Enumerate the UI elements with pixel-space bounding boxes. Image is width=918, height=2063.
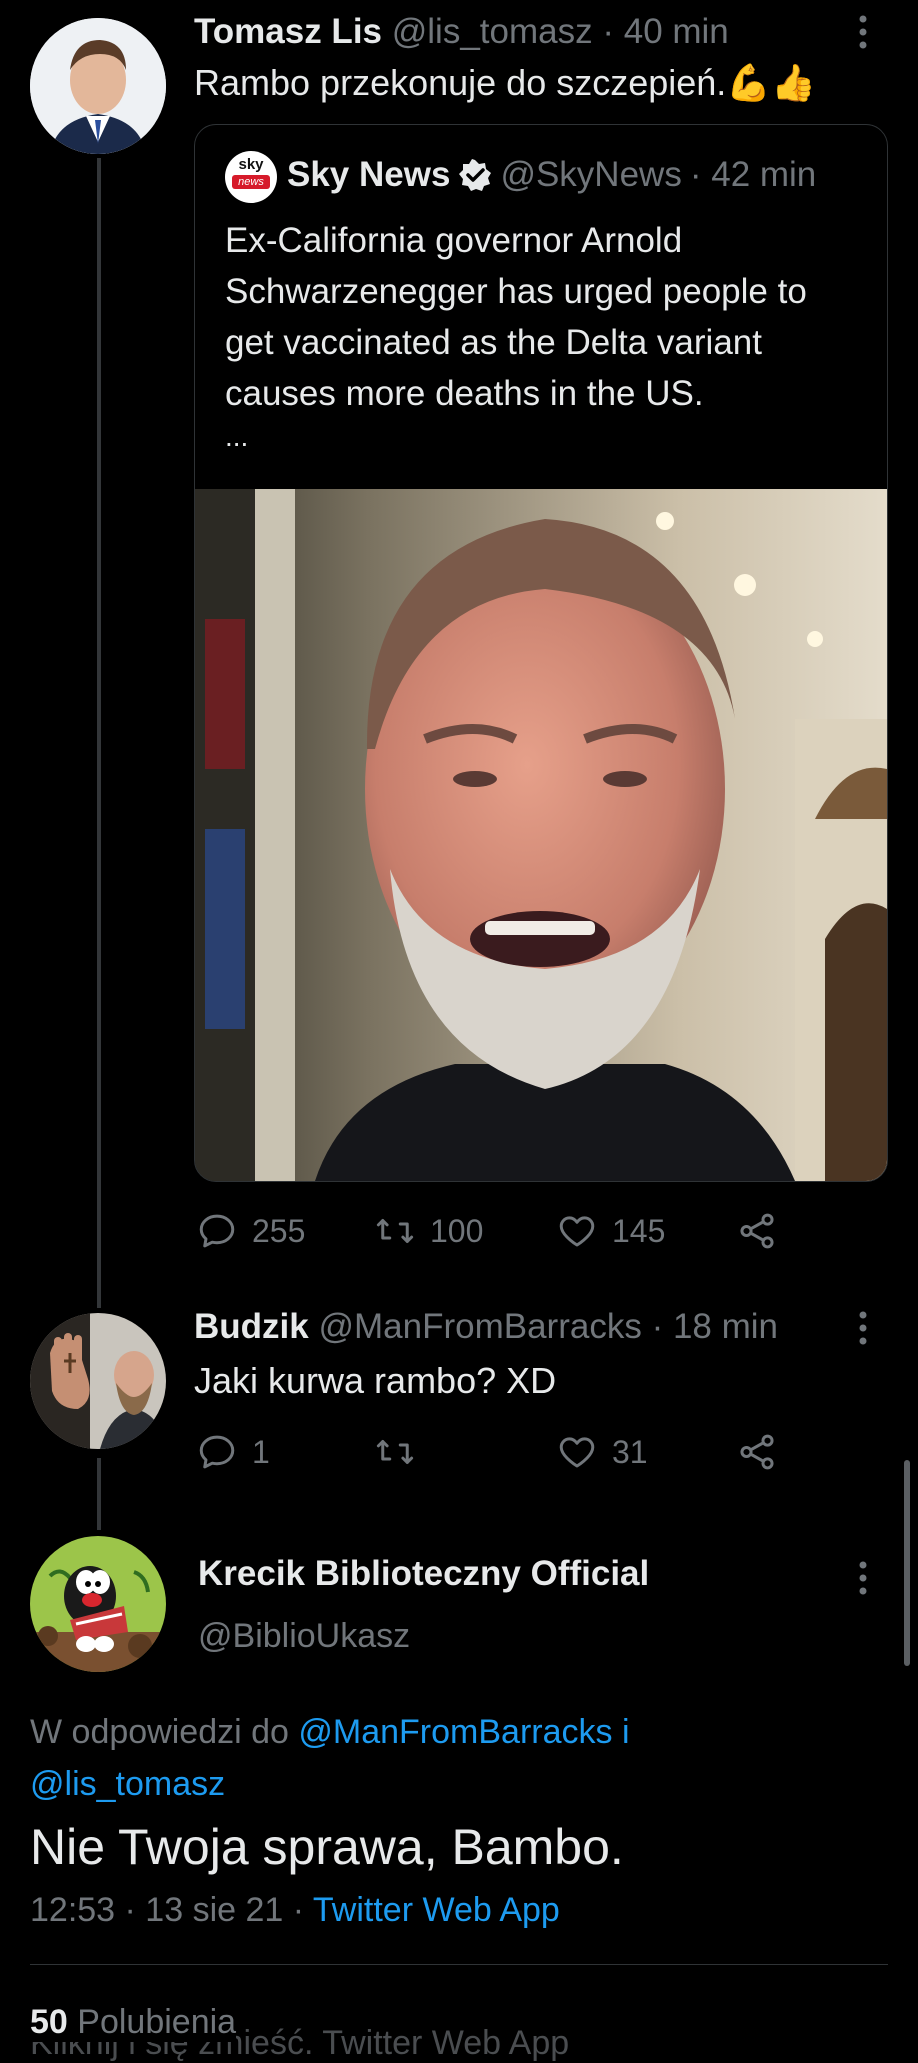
share-icon: [740, 1213, 774, 1249]
tweet1-text: Rambo przekonuje do szczepień.💪👍: [194, 62, 816, 104]
quote-ellipsis: ...: [225, 421, 249, 452]
tweet2-reply-count: 1: [252, 1433, 270, 1470]
avatar-tomasz-lis[interactable]: [30, 18, 166, 154]
tweet1-reply-count: 255: [252, 1212, 306, 1249]
share-icon: [740, 1434, 774, 1470]
tweet2-handle[interactable]: @ManFromBarracks: [318, 1307, 641, 1346]
quote-text: Ex-California governor Arnold Schwarzene…: [225, 221, 807, 413]
avatar-image: [30, 1313, 166, 1449]
tweet-meta: 12:53 · 13 sie 21 · Twitter Web App: [30, 1891, 560, 1930]
heart-icon: [559, 1437, 595, 1468]
tweet1-text-body: Rambo przekonuje do szczepień.: [194, 62, 727, 103]
tweet1-like-button[interactable]: 145: [556, 1210, 665, 1252]
tweet2-header: Budzik @ManFromBarracks · 18 min: [194, 1307, 778, 1347]
retweet-icon: [376, 1219, 414, 1243]
reply-prefix: W odpowiedzi do: [30, 1713, 289, 1751]
sky-logo-bottom: news: [232, 175, 270, 189]
tweet2-retweet-button[interactable]: [374, 1431, 430, 1473]
avatar-budzik[interactable]: [30, 1313, 166, 1449]
tweet2-time[interactable]: · 18 min: [652, 1307, 778, 1346]
tweet2-like-button[interactable]: 31: [556, 1431, 648, 1473]
thread-line: [97, 158, 101, 1308]
tweet1-time[interactable]: · 40 min: [602, 12, 728, 51]
reply-to-link-2[interactable]: @lis_tomasz: [30, 1765, 225, 1803]
tweet1-reply-button[interactable]: 255: [196, 1210, 305, 1252]
scrollbar-thumb[interactable]: [904, 1460, 910, 1666]
tweet-source[interactable]: Twitter Web App: [313, 1891, 560, 1929]
sky-news-logo: sky news: [225, 151, 277, 203]
sky-logo-top: sky: [238, 156, 264, 173]
avatar-krecik[interactable]: [30, 1536, 166, 1672]
tweet2-reply-button[interactable]: 1: [196, 1431, 270, 1473]
likes-count: 50: [30, 2003, 68, 2041]
reply-conj: i: [621, 1713, 630, 1751]
reply-icon: [199, 1435, 235, 1469]
quote-handle: @SkyNews: [500, 155, 682, 194]
tweet2-text: Jaki kurwa rambo? XD: [194, 1360, 557, 1401]
main-tweet-text: Nie Twoja sprawa, Bambo.: [30, 1819, 624, 1875]
tweet1-emoji: 💪👍: [726, 62, 816, 103]
video-thumbnail-image: [195, 489, 887, 1181]
tweet1-handle[interactable]: @lis_tomasz: [392, 12, 593, 51]
thread-line: [97, 1458, 101, 1530]
reply-to-link-1[interactable]: @ManFromBarracks: [298, 1713, 612, 1751]
tweet2-display-name[interactable]: Budzik: [194, 1307, 309, 1346]
quoted-tweet[interactable]: sky news Sky News @SkyNews · 42 min Ex-C…: [194, 124, 888, 1182]
tweet-timestamp[interactable]: 12:53 · 13 sie 21 ·: [30, 1891, 304, 1929]
quote-display-name: Sky News: [287, 155, 451, 194]
quote-time: · 42 min: [689, 155, 817, 194]
tweet2-like-count: 31: [612, 1433, 648, 1470]
divider: [30, 1964, 888, 1965]
reply-icon: [199, 1214, 235, 1248]
tweet1-retweet-button[interactable]: 100: [374, 1210, 483, 1252]
tweet1-like-count: 145: [612, 1212, 666, 1249]
tweet1-more-icon[interactable]: [856, 14, 870, 56]
quote-media-video[interactable]: [195, 489, 887, 1181]
avatar-image: [30, 1536, 166, 1672]
avatar-image: [30, 18, 166, 154]
retweet-icon: [376, 1440, 414, 1464]
reply-context: W odpowiedzi do @ManFromBarracks i @lis_…: [30, 1706, 880, 1810]
tweet2-more-icon[interactable]: [856, 1310, 870, 1352]
tweet2-share-button[interactable]: [736, 1431, 778, 1473]
tweet1-header: Tomasz Lis @lis_tomasz · 40 min: [194, 12, 729, 52]
likes-summary[interactable]: 50 Polubienia: [30, 2003, 237, 2042]
quote-header: Sky News @SkyNews · 42 min: [287, 155, 816, 195]
likes-label: Polubienia: [77, 2003, 237, 2041]
main-handle[interactable]: @BiblioUkasz: [198, 1617, 410, 1656]
heart-icon: [559, 1216, 595, 1247]
main-more-icon[interactable]: [856, 1560, 870, 1602]
tweet1-share-button[interactable]: [736, 1210, 778, 1252]
tweet1-retweet-count: 100: [430, 1212, 484, 1249]
verified-badge-icon: [459, 159, 492, 191]
tweet1-display-name[interactable]: Tomasz Lis: [194, 12, 382, 51]
main-display-name[interactable]: Krecik Biblioteczny Official: [198, 1554, 649, 1594]
